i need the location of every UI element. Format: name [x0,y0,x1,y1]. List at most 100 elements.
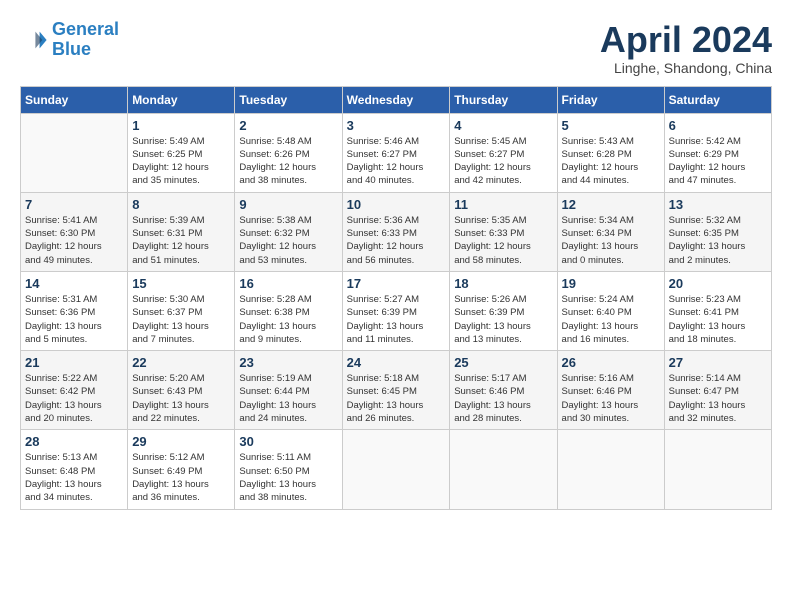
day-number: 8 [132,197,230,212]
calendar-day-cell: 8 Sunrise: 5:39 AM Sunset: 6:31 PM Daylig… [128,192,235,271]
calendar-day-cell: 3 Sunrise: 5:46 AM Sunset: 6:27 PM Daylig… [342,113,450,192]
calendar-day-cell [21,113,128,192]
day-number: 30 [239,434,337,449]
day-info: Sunrise: 5:45 AM Sunset: 6:27 PM Dayligh… [454,135,552,188]
day-info: Sunrise: 5:24 AM Sunset: 6:40 PM Dayligh… [562,293,660,346]
day-number: 18 [454,276,552,291]
calendar-day-cell: 24 Sunrise: 5:18 AM Sunset: 6:45 PM Dayli… [342,351,450,430]
title-block: April 2024 Linghe, Shandong, China [600,20,772,76]
calendar-day-cell: 26 Sunrise: 5:16 AM Sunset: 6:46 PM Dayli… [557,351,664,430]
calendar-day-cell: 2 Sunrise: 5:48 AM Sunset: 6:26 PM Daylig… [235,113,342,192]
calendar-day-cell: 7 Sunrise: 5:41 AM Sunset: 6:30 PM Daylig… [21,192,128,271]
day-info: Sunrise: 5:23 AM Sunset: 6:41 PM Dayligh… [669,293,767,346]
day-number: 9 [239,197,337,212]
day-number: 1 [132,118,230,133]
calendar-day-cell: 18 Sunrise: 5:26 AM Sunset: 6:39 PM Dayli… [450,271,557,350]
logo-line2: Blue [52,39,91,59]
day-info: Sunrise: 5:38 AM Sunset: 6:32 PM Dayligh… [239,214,337,267]
col-header-sunday: Sunday [21,86,128,113]
day-info: Sunrise: 5:14 AM Sunset: 6:47 PM Dayligh… [669,372,767,425]
day-info: Sunrise: 5:32 AM Sunset: 6:35 PM Dayligh… [669,214,767,267]
calendar-day-cell: 19 Sunrise: 5:24 AM Sunset: 6:40 PM Dayli… [557,271,664,350]
calendar-day-cell: 14Sunrise: 5:31 AM Sunset: 6:36 PM Dayli… [21,271,128,350]
day-info: Sunrise: 5:49 AM Sunset: 6:25 PM Dayligh… [132,135,230,188]
calendar-day-cell: 17 Sunrise: 5:27 AM Sunset: 6:39 PM Dayli… [342,271,450,350]
day-number: 2 [239,118,337,133]
month-title: April 2024 [600,20,772,60]
day-info: Sunrise: 5:35 AM Sunset: 6:33 PM Dayligh… [454,214,552,267]
calendar-week-row: 28 Sunrise: 5:13 AM Sunset: 6:48 PM Dayli… [21,430,772,509]
day-number: 11 [454,197,552,212]
day-number: 29 [132,434,230,449]
day-info: Sunrise: 5:39 AM Sunset: 6:31 PM Dayligh… [132,214,230,267]
calendar-week-row: 1 Sunrise: 5:49 AM Sunset: 6:25 PM Daylig… [21,113,772,192]
day-number: 20 [669,276,767,291]
day-info: Sunrise: 5:13 AM Sunset: 6:48 PM Dayligh… [25,451,123,504]
page-header: General Blue April 2024 Linghe, Shandong… [20,20,772,76]
calendar-day-cell: 4 Sunrise: 5:45 AM Sunset: 6:27 PM Daylig… [450,113,557,192]
day-info: Sunrise: 5:18 AM Sunset: 6:45 PM Dayligh… [347,372,446,425]
calendar-day-cell: 15Sunrise: 5:30 AM Sunset: 6:37 PM Dayli… [128,271,235,350]
calendar-day-cell: 30 Sunrise: 5:11 AM Sunset: 6:50 PM Dayli… [235,430,342,509]
day-number: 27 [669,355,767,370]
calendar-day-cell: 10Sunrise: 5:36 AM Sunset: 6:33 PM Dayli… [342,192,450,271]
day-number: 7 [25,197,123,212]
calendar-day-cell [450,430,557,509]
calendar-day-cell: 25 Sunrise: 5:17 AM Sunset: 6:46 PM Dayli… [450,351,557,430]
col-header-tuesday: Tuesday [235,86,342,113]
day-info: Sunrise: 5:22 AM Sunset: 6:42 PM Dayligh… [25,372,123,425]
day-number: 22 [132,355,230,370]
logo: General Blue [20,20,119,60]
col-header-friday: Friday [557,86,664,113]
day-info: Sunrise: 5:46 AM Sunset: 6:27 PM Dayligh… [347,135,446,188]
day-info: Sunrise: 5:34 AM Sunset: 6:34 PM Dayligh… [562,214,660,267]
day-info: Sunrise: 5:48 AM Sunset: 6:26 PM Dayligh… [239,135,337,188]
day-number: 24 [347,355,446,370]
calendar-day-cell: 1 Sunrise: 5:49 AM Sunset: 6:25 PM Daylig… [128,113,235,192]
day-info: Sunrise: 5:27 AM Sunset: 6:39 PM Dayligh… [347,293,446,346]
day-number: 23 [239,355,337,370]
logo-line1: General [52,19,119,39]
day-info: Sunrise: 5:17 AM Sunset: 6:46 PM Dayligh… [454,372,552,425]
day-info: Sunrise: 5:41 AM Sunset: 6:30 PM Dayligh… [25,214,123,267]
location: Linghe, Shandong, China [600,60,772,76]
day-info: Sunrise: 5:30 AM Sunset: 6:37 PM Dayligh… [132,293,230,346]
day-number: 25 [454,355,552,370]
day-info: Sunrise: 5:12 AM Sunset: 6:49 PM Dayligh… [132,451,230,504]
day-info: Sunrise: 5:16 AM Sunset: 6:46 PM Dayligh… [562,372,660,425]
col-header-saturday: Saturday [664,86,771,113]
day-info: Sunrise: 5:42 AM Sunset: 6:29 PM Dayligh… [669,135,767,188]
day-number: 13 [669,197,767,212]
calendar-day-cell: 6 Sunrise: 5:42 AM Sunset: 6:29 PM Daylig… [664,113,771,192]
calendar-day-cell: 12 Sunrise: 5:34 AM Sunset: 6:34 PM Dayli… [557,192,664,271]
calendar-day-cell [557,430,664,509]
calendar-day-cell: 23Sunrise: 5:19 AM Sunset: 6:44 PM Dayli… [235,351,342,430]
calendar-day-cell: 29 Sunrise: 5:12 AM Sunset: 6:49 PM Dayli… [128,430,235,509]
day-number: 3 [347,118,446,133]
day-info: Sunrise: 5:11 AM Sunset: 6:50 PM Dayligh… [239,451,337,504]
day-number: 12 [562,197,660,212]
logo-text: General Blue [52,20,119,60]
calendar-day-cell: 27 Sunrise: 5:14 AM Sunset: 6:47 PM Dayli… [664,351,771,430]
calendar-day-cell [664,430,771,509]
day-info: Sunrise: 5:26 AM Sunset: 6:39 PM Dayligh… [454,293,552,346]
day-number: 19 [562,276,660,291]
logo-icon [20,26,48,54]
day-number: 28 [25,434,123,449]
day-info: Sunrise: 5:28 AM Sunset: 6:38 PM Dayligh… [239,293,337,346]
calendar-day-cell: 20 Sunrise: 5:23 AM Sunset: 6:41 PM Dayli… [664,271,771,350]
calendar-day-cell: 9 Sunrise: 5:38 AM Sunset: 6:32 PM Daylig… [235,192,342,271]
calendar-week-row: 14Sunrise: 5:31 AM Sunset: 6:36 PM Dayli… [21,271,772,350]
day-number: 17 [347,276,446,291]
day-number: 4 [454,118,552,133]
calendar-day-cell: 22Sunrise: 5:20 AM Sunset: 6:43 PM Dayli… [128,351,235,430]
col-header-wednesday: Wednesday [342,86,450,113]
day-number: 16 [239,276,337,291]
calendar-header-row: SundayMondayTuesdayWednesdayThursdayFrid… [21,86,772,113]
calendar-week-row: 7 Sunrise: 5:41 AM Sunset: 6:30 PM Daylig… [21,192,772,271]
day-number: 26 [562,355,660,370]
day-number: 14 [25,276,123,291]
day-number: 21 [25,355,123,370]
calendar-week-row: 21 Sunrise: 5:22 AM Sunset: 6:42 PM Dayli… [21,351,772,430]
day-number: 6 [669,118,767,133]
